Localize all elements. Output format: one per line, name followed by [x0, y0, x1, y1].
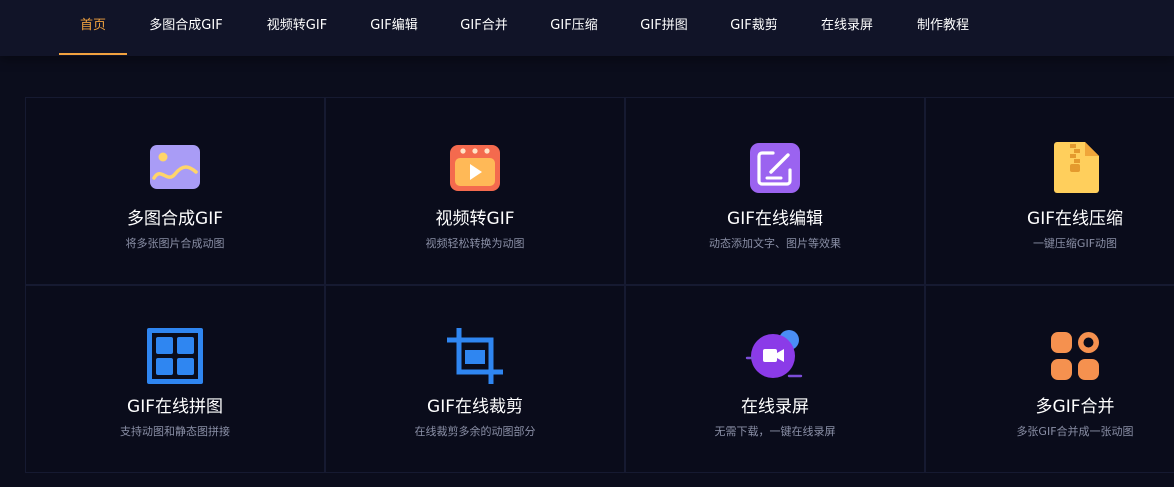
screen-record-icon — [745, 330, 803, 378]
nav-item-home[interactable]: 首页 — [80, 0, 106, 56]
merge-icon — [1051, 332, 1099, 380]
tool-title: GIF在线裁剪 — [427, 397, 523, 417]
nav-item-gif-merge[interactable]: GIF合并 — [460, 0, 507, 56]
tool-title: 视频转GIF — [435, 209, 515, 229]
nav-item-video-to-gif[interactable]: 视频转GIF — [267, 0, 327, 56]
tool-card-multi-gif-merge[interactable]: 多GIF合并 多张GIF合并成一张动图 — [925, 285, 1174, 473]
tool-card-gif-compress[interactable]: GIF在线压缩 一键压缩GIF动图 — [925, 97, 1174, 285]
tool-card-multi-image-gif[interactable]: 多图合成GIF 将多张图片合成动图 — [25, 97, 325, 285]
tool-title: GIF在线压缩 — [1027, 209, 1123, 229]
tool-title: GIF在线编辑 — [727, 209, 823, 229]
nav-item-gif-collage[interactable]: GIF拼图 — [640, 0, 687, 56]
edit-icon — [750, 143, 800, 193]
tool-desc: 在线裁剪多余的动图部分 — [414, 425, 536, 438]
nav-item-tutorial[interactable]: 制作教程 — [917, 0, 969, 56]
grid-icon — [147, 328, 203, 384]
crop-icon — [447, 328, 503, 384]
tool-desc: 无需下载，一键在线录屏 — [714, 425, 836, 438]
tool-card-gif-collage[interactable]: GIF在线拼图 支持动图和静态图拼接 — [25, 285, 325, 473]
tool-grid: 多图合成GIF 将多张图片合成动图 视频转GIF 视频轻松转换为动图 GIF在线… — [25, 97, 1174, 487]
top-nav: 首页 多图合成GIF 视频转GIF GIF编辑 GIF合并 GIF压缩 GIF拼… — [0, 0, 1174, 56]
tool-desc: 视频轻松转换为动图 — [425, 237, 525, 250]
nav-item-gif-crop[interactable]: GIF裁剪 — [730, 0, 777, 56]
tool-title: 多GIF合并 — [1035, 397, 1115, 417]
tool-card-gif-crop[interactable]: GIF在线裁剪 在线裁剪多余的动图部分 — [325, 285, 625, 473]
nav-item-screen-record[interactable]: 在线录屏 — [821, 0, 873, 56]
video-play-icon — [450, 145, 500, 191]
tool-title: GIF在线拼图 — [127, 397, 223, 417]
tool-title: 多图合成GIF — [127, 209, 223, 229]
nav-item-gif-edit[interactable]: GIF编辑 — [370, 0, 417, 56]
zip-file-icon — [1054, 142, 1099, 193]
nav-item-multi-image-gif[interactable]: 多图合成GIF — [149, 0, 222, 56]
nav-item-gif-compress[interactable]: GIF压缩 — [550, 0, 597, 56]
tool-desc: 多张GIF合并成一张动图 — [1016, 425, 1134, 438]
tool-desc: 将多张图片合成动图 — [125, 237, 225, 250]
tool-desc: 动态添加文字、图片等效果 — [709, 237, 841, 250]
tool-desc: 支持动图和静态图拼接 — [120, 425, 230, 438]
image-icon — [150, 145, 200, 189]
tool-card-video-to-gif[interactable]: 视频转GIF 视频轻松转换为动图 — [325, 97, 625, 285]
tool-card-gif-edit[interactable]: GIF在线编辑 动态添加文字、图片等效果 — [625, 97, 925, 285]
tool-card-screen-record[interactable]: 在线录屏 无需下载，一键在线录屏 — [625, 285, 925, 473]
nav-active-underline — [59, 53, 127, 55]
tool-title: 在线录屏 — [741, 397, 809, 417]
tool-desc: 一键压缩GIF动图 — [1032, 237, 1118, 250]
